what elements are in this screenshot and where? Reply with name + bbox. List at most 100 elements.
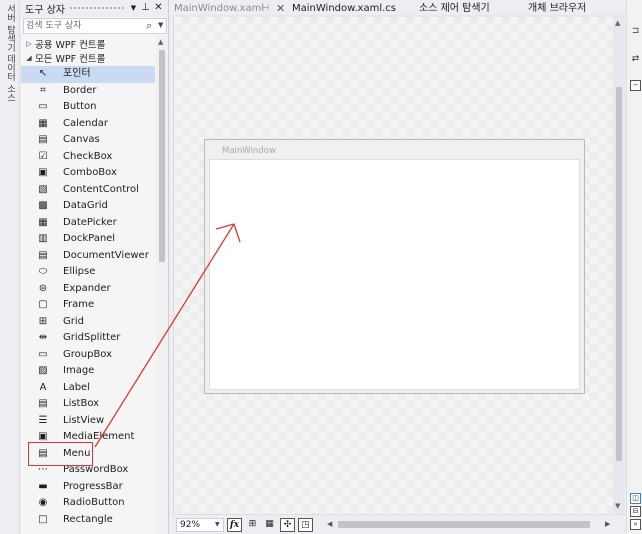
datagrid-icon: ▩ bbox=[38, 200, 48, 211]
toolbox-item-label: Canvas bbox=[63, 134, 100, 145]
toolbox-item-label: Calendar bbox=[63, 117, 108, 129]
rectangle-icon: □ bbox=[38, 513, 48, 525]
toolbox-item[interactable]: ▤ DocumentViewer bbox=[21, 248, 155, 265]
toolbox-item[interactable]: ⬭ Ellipse bbox=[21, 264, 155, 281]
grid-lines-icon[interactable]: ⊞ bbox=[245, 518, 260, 532]
group-common-wpf-controls[interactable]: ▷ 공용 WPF 컨트롤 bbox=[21, 37, 159, 51]
group-all-wpf-controls[interactable]: ◢ 모든 WPF 컨트롤 bbox=[21, 51, 159, 65]
horizontal-scroll-thumb[interactable] bbox=[338, 521, 590, 528]
designer-scroll-thumb[interactable] bbox=[616, 87, 622, 461]
toolbox-item[interactable]: ⇹ GridSplitter bbox=[21, 330, 155, 347]
collapse-arrow-icon[interactable]: ◢ bbox=[23, 54, 35, 62]
server-explorer-tab[interactable]: 서버 탐색기 bbox=[3, 4, 17, 52]
expand-arrow-icon[interactable]: ▷ bbox=[23, 40, 35, 48]
toolbox-item-label: DockPanel bbox=[63, 233, 116, 244]
label-icon: A bbox=[39, 381, 47, 393]
toolbox-item[interactable]: ▬ ProgressBar bbox=[21, 479, 155, 496]
listview-icon: ☰ bbox=[38, 414, 48, 426]
toolbox-item[interactable]: ▤ Canvas bbox=[21, 132, 155, 149]
toolbox-item[interactable]: ▤ ListBox bbox=[21, 396, 155, 413]
mainwindow-content-area[interactable] bbox=[209, 159, 580, 390]
checkbox-icon: ☑ bbox=[38, 150, 48, 162]
drag-grip-icon[interactable] bbox=[69, 6, 125, 11]
toolbox-scroll-thumb[interactable] bbox=[159, 50, 165, 262]
tab-pin-icon[interactable]: ⊣ bbox=[262, 0, 269, 16]
zoom-value: 92% bbox=[180, 520, 201, 530]
toolbox-item[interactable]: ▦ Calendar bbox=[21, 116, 155, 133]
search-icon[interactable]: ⌕ bbox=[146, 19, 152, 33]
vertical-split-icon[interactable]: ◫ bbox=[630, 493, 641, 504]
toolbox-item-label: DataGrid bbox=[63, 200, 108, 211]
documentviewer-icon: ▤ bbox=[38, 249, 48, 261]
right-side-bar: ⊐ ⇄ − ◫ ⊟ » bbox=[626, 0, 642, 534]
listbox-icon: ▤ bbox=[38, 398, 48, 409]
fx-button[interactable]: fx bbox=[227, 518, 242, 532]
mainwindow-preview[interactable]: MainWindow bbox=[204, 139, 585, 394]
scroll-up-icon[interactable]: ▲ bbox=[615, 19, 620, 27]
artboard-background-icon[interactable]: ▦ bbox=[262, 518, 277, 532]
toolbox-item[interactable]: ▭ Button bbox=[21, 99, 155, 116]
radiobutton-icon: ◉ bbox=[38, 497, 48, 508]
zoom-chevron-down-icon[interactable]: ▼ bbox=[215, 521, 220, 528]
expand-pane-icon[interactable]: » bbox=[630, 519, 641, 530]
designer-bottom-bar: 92% ▼ fx ⊞ ▦ ✣ ◳ ◀ ▶ bbox=[173, 514, 626, 534]
group-label: 모든 WPF 컨트롤 bbox=[35, 54, 106, 65]
toolbox-item[interactable]: ⊞ Grid bbox=[21, 314, 155, 331]
toolbox-item-label: 포인터 bbox=[63, 68, 91, 79]
scroll-right-icon[interactable]: ▶ bbox=[605, 520, 610, 528]
toolbox-item[interactable]: ▢ Frame bbox=[21, 297, 155, 314]
toolbox-item[interactable]: ↖ 포인터 bbox=[21, 66, 155, 83]
toolbox-item[interactable]: ▧ ContentControl bbox=[21, 182, 155, 199]
toolbox-item[interactable]: ▩ DataGrid bbox=[21, 198, 155, 215]
button-icon: ▭ bbox=[38, 101, 48, 112]
close-icon[interactable]: ✕ bbox=[153, 2, 164, 14]
snap-to-gridlines-icon[interactable]: ✣ bbox=[280, 518, 295, 532]
snap-to-snaplines-icon[interactable]: ◳ bbox=[298, 518, 313, 532]
toolbox-item-label: Grid bbox=[63, 315, 84, 327]
toolbox-item-label: Button bbox=[63, 101, 97, 112]
calendar-icon: ▦ bbox=[38, 117, 48, 129]
toolbox-item[interactable]: ☰ ListView bbox=[21, 413, 155, 430]
scroll-left-icon[interactable]: ◀ bbox=[327, 520, 332, 528]
design-surface[interactable]: MainWindow bbox=[173, 17, 613, 514]
dockpanel-icon: ▥ bbox=[38, 233, 48, 244]
toolbox-title: 도구 상자 bbox=[25, 5, 65, 16]
swap-panes-icon[interactable]: ⇄ bbox=[630, 53, 641, 65]
toolbox-item-label: Ellipse bbox=[63, 266, 96, 277]
horizontal-split-icon[interactable]: ⊟ bbox=[630, 506, 641, 517]
toolbox-item[interactable]: ▥ DockPanel bbox=[21, 231, 155, 248]
mainwindow-title: MainWindow bbox=[222, 146, 276, 156]
grid-icon: ⊞ bbox=[38, 315, 48, 327]
contentcontrol-icon: ▧ bbox=[38, 183, 48, 195]
toolbox-item[interactable]: ⌗ Border bbox=[21, 83, 155, 100]
toolbox-item[interactable]: ▣ ComboBox bbox=[21, 165, 155, 182]
toolbox-item-label: Border bbox=[63, 84, 97, 96]
toolbox-search: ⌕ ▼ bbox=[23, 18, 167, 34]
toolbox-item[interactable]: ⊜ Expander bbox=[21, 281, 155, 298]
toolbox-item-label: Image bbox=[63, 365, 95, 376]
pin-icon[interactable]: ⊥ bbox=[140, 2, 151, 14]
search-options-chevron-icon[interactable]: ▼ bbox=[158, 21, 163, 29]
designer-horizontal-scrollbar[interactable] bbox=[338, 521, 603, 529]
data-sources-tab[interactable]: 데이터 소스 bbox=[3, 54, 17, 102]
toolbox-item[interactable]: ◉ RadioButton bbox=[21, 495, 155, 512]
expand-right-icon[interactable]: ⊐ bbox=[630, 25, 641, 37]
ellipse-icon: ⬭ bbox=[38, 266, 48, 277]
designer-vertical-scrollbar[interactable]: ▲ ▼ bbox=[613, 17, 625, 514]
scroll-down-icon[interactable]: ▼ bbox=[615, 502, 620, 510]
toolbox-item[interactable]: □ Rectangle bbox=[21, 512, 155, 529]
window-position-dropdown-icon[interactable]: ▼ bbox=[128, 2, 139, 14]
gridsplitter-icon: ⇹ bbox=[38, 332, 48, 343]
collapse-pane-icon[interactable]: − bbox=[630, 80, 641, 91]
image-icon: ▨ bbox=[38, 365, 48, 376]
toolbox-item[interactable]: A Label bbox=[21, 380, 155, 397]
toolbox-item[interactable]: ▭ GroupBox bbox=[21, 347, 155, 364]
toolbox-item-label: ComboBox bbox=[63, 167, 117, 178]
group-label: 공용 WPF 컨트롤 bbox=[35, 40, 106, 51]
scroll-up-icon[interactable]: ▲ bbox=[158, 38, 163, 46]
toolbox-item[interactable]: ▦ DatePicker bbox=[21, 215, 155, 232]
toolbox-item[interactable]: ▨ Image bbox=[21, 363, 155, 380]
toolbox-item[interactable]: ☑ CheckBox bbox=[21, 149, 155, 166]
toolbox-search-input[interactable] bbox=[26, 20, 138, 32]
toolbox-scrollbar[interactable]: ▲ bbox=[156, 36, 168, 534]
